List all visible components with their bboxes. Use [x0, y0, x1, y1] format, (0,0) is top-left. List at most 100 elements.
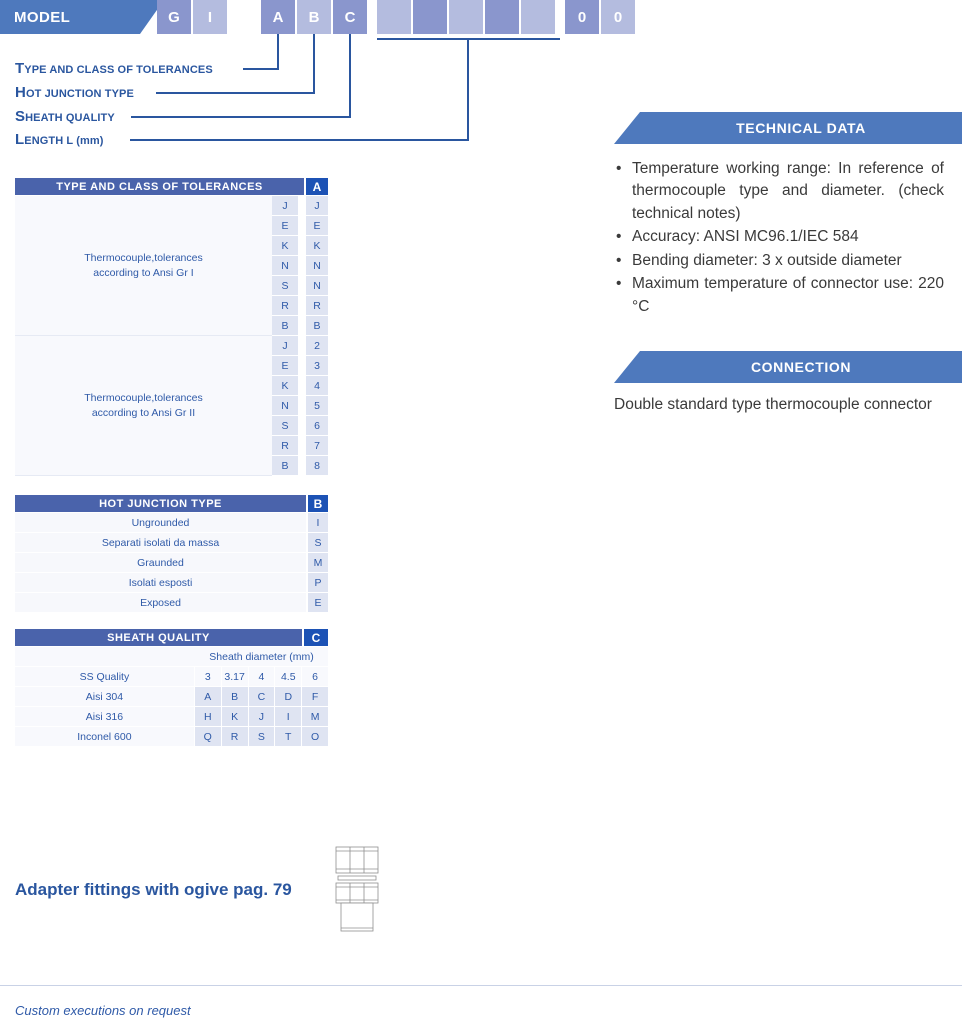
table-row: B8	[272, 456, 328, 476]
footer-divider	[0, 985, 962, 986]
tolerances-code: 3	[306, 356, 328, 376]
sheath-diameter-value: 6	[302, 667, 328, 687]
table-row: S6	[272, 416, 328, 436]
tolerances-thermocouple-type: E	[272, 356, 298, 376]
adapter-fittings-link[interactable]: Adapter fittings with ogive pag. 79	[15, 880, 292, 900]
tolerances-thermocouple-type: S	[272, 416, 298, 436]
tolerances-table-badge: A	[306, 178, 328, 195]
leader-line-length-horizontal	[130, 139, 469, 141]
table-row: RR	[272, 296, 328, 316]
tolerances-group-description: Thermocouple,tolerances according to Ansi…	[15, 336, 272, 476]
table-row: KK	[272, 236, 328, 256]
tolerances-thermocouple-type: R	[272, 296, 298, 316]
tolerances-thermocouple-type: S	[272, 276, 298, 296]
tolerances-code: 2	[306, 336, 328, 356]
table-row: J2	[272, 336, 328, 356]
sheath-header-spacer	[15, 647, 195, 667]
sheath-quality-table-header: SHEATH QUALITY C	[15, 629, 328, 646]
model-code-cell-8	[449, 0, 483, 34]
sheath-quality-table: SHEATH QUALITY C Sheath diameter (mm) SS …	[15, 629, 328, 747]
sheath-diameter-value: 4	[248, 667, 275, 687]
sheath-code: R	[221, 727, 248, 747]
sheath-code: H	[194, 707, 221, 727]
technical-data-item: Bending diameter: 3 x outside diameter	[614, 250, 944, 273]
tolerances-thermocouple-type: J	[272, 336, 298, 356]
sheath-quality-label: SS Quality	[15, 667, 194, 687]
leader-label-hotjunction: HOT JUNCTION TYPE	[15, 84, 134, 101]
leader-label-tolerances-rest: YPE AND CLASS OF TOLERANCES	[24, 64, 213, 76]
hot-junction-table: HOT JUNCTION TYPE B Ungrounded I Separati …	[15, 495, 328, 613]
table-row: Inconel 600 Q R S T O	[15, 727, 328, 747]
table-row: Sheath diameter (mm)	[15, 647, 328, 667]
sheath-code: C	[248, 687, 275, 707]
hot-junction-table-header: HOT JUNCTION TYPE B	[15, 495, 328, 512]
tolerances-thermocouple-type: J	[272, 196, 298, 216]
model-code-cell-11: 0	[565, 0, 599, 34]
tolerances-code: K	[306, 236, 328, 256]
tolerances-thermocouple-type: B	[272, 456, 298, 476]
compression-fitting-drawing	[335, 846, 379, 932]
hot-junction-table-badge: B	[308, 495, 328, 512]
leader-label-length-cap: L	[15, 131, 25, 148]
hot-junction-label: Separati isolati da massa	[15, 533, 306, 553]
table-row: Aisi 304 A B C D F	[15, 687, 328, 707]
model-banner: MODEL	[0, 0, 140, 34]
table-row: EE	[272, 216, 328, 236]
table-row: K4	[272, 376, 328, 396]
model-code-cell-1: G	[157, 0, 191, 34]
tolerances-thermocouple-type: K	[272, 376, 298, 396]
hot-junction-code: P	[308, 573, 328, 593]
sheath-diameter-value: 4.5	[275, 667, 302, 687]
hot-junction-code: S	[308, 533, 328, 553]
tolerances-code: 7	[306, 436, 328, 456]
tolerances-code: B	[306, 316, 328, 336]
model-code-cell-4: B	[297, 0, 331, 34]
tolerances-group: Thermocouple,tolerances according to Ansi…	[15, 196, 328, 336]
table-row: JJ	[272, 196, 328, 216]
leader-label-length-rest: ENGTH L (mm)	[24, 135, 104, 147]
technical-data-item: Temperature working range: In reference …	[614, 158, 944, 225]
leader-label-sheath: SHEATH QUALITY	[15, 108, 115, 125]
table-row: E3	[272, 356, 328, 376]
tolerances-code-columns: J2E3K4N5S6R7B8	[272, 336, 328, 476]
leader-line-length-vertical	[467, 38, 469, 141]
model-code-cell-12: 0	[601, 0, 635, 34]
sheath-material-label: Inconel 600	[15, 727, 194, 747]
tolerances-table-header: TYPE AND CLASS OF TOLERANCES A	[15, 178, 328, 195]
technical-data-item: Maximum temperature of connector use: 22…	[614, 273, 944, 318]
hot-junction-table-title: HOT JUNCTION TYPE	[15, 495, 306, 512]
leader-line-tolerances-vertical	[277, 34, 279, 70]
technical-data-item: Accuracy: ANSI MC96.1/IEC 584	[614, 226, 944, 249]
tolerances-code: R	[306, 296, 328, 316]
tolerances-code-columns: JJEEKKNNSNRRBB	[272, 196, 328, 336]
leader-label-hotjunction-cap: H	[15, 84, 26, 101]
table-row: NN	[272, 256, 328, 276]
footer-note: Custom executions on request	[15, 1003, 191, 1018]
sheath-code: M	[302, 707, 328, 727]
sheath-material-label: Aisi 304	[15, 687, 194, 707]
hot-junction-code: I	[308, 513, 328, 533]
sheath-code: D	[275, 687, 302, 707]
tolerances-group-description: Thermocouple,tolerances according to Ansi…	[15, 196, 272, 336]
tolerances-group: Thermocouple,tolerances according to Ansi…	[15, 336, 328, 476]
hot-junction-label: Graunded	[15, 553, 306, 573]
sheath-code: Q	[194, 727, 221, 747]
table-row: Isolati esposti P	[15, 573, 328, 593]
connection-banner: CONNECTION	[640, 351, 962, 383]
tolerances-code: J	[306, 196, 328, 216]
hot-junction-label: Exposed	[15, 593, 306, 613]
leader-line-hotjunction-vertical	[313, 34, 315, 94]
sheath-code: B	[221, 687, 248, 707]
sheath-code: K	[221, 707, 248, 727]
tolerances-table: TYPE AND CLASS OF TOLERANCES A Thermocou…	[15, 178, 328, 476]
tolerances-thermocouple-type: B	[272, 316, 298, 336]
sheath-code: O	[302, 727, 328, 747]
hot-junction-code: E	[308, 593, 328, 613]
technical-data-banner: TECHNICAL DATA	[640, 112, 962, 144]
table-row: R7	[272, 436, 328, 456]
sheath-material-label: Aisi 316	[15, 707, 194, 727]
tolerances-code: 4	[306, 376, 328, 396]
leader-label-length: LENGTH L (mm)	[15, 131, 104, 148]
sheath-code: I	[275, 707, 302, 727]
model-code-cell-10	[521, 0, 555, 34]
